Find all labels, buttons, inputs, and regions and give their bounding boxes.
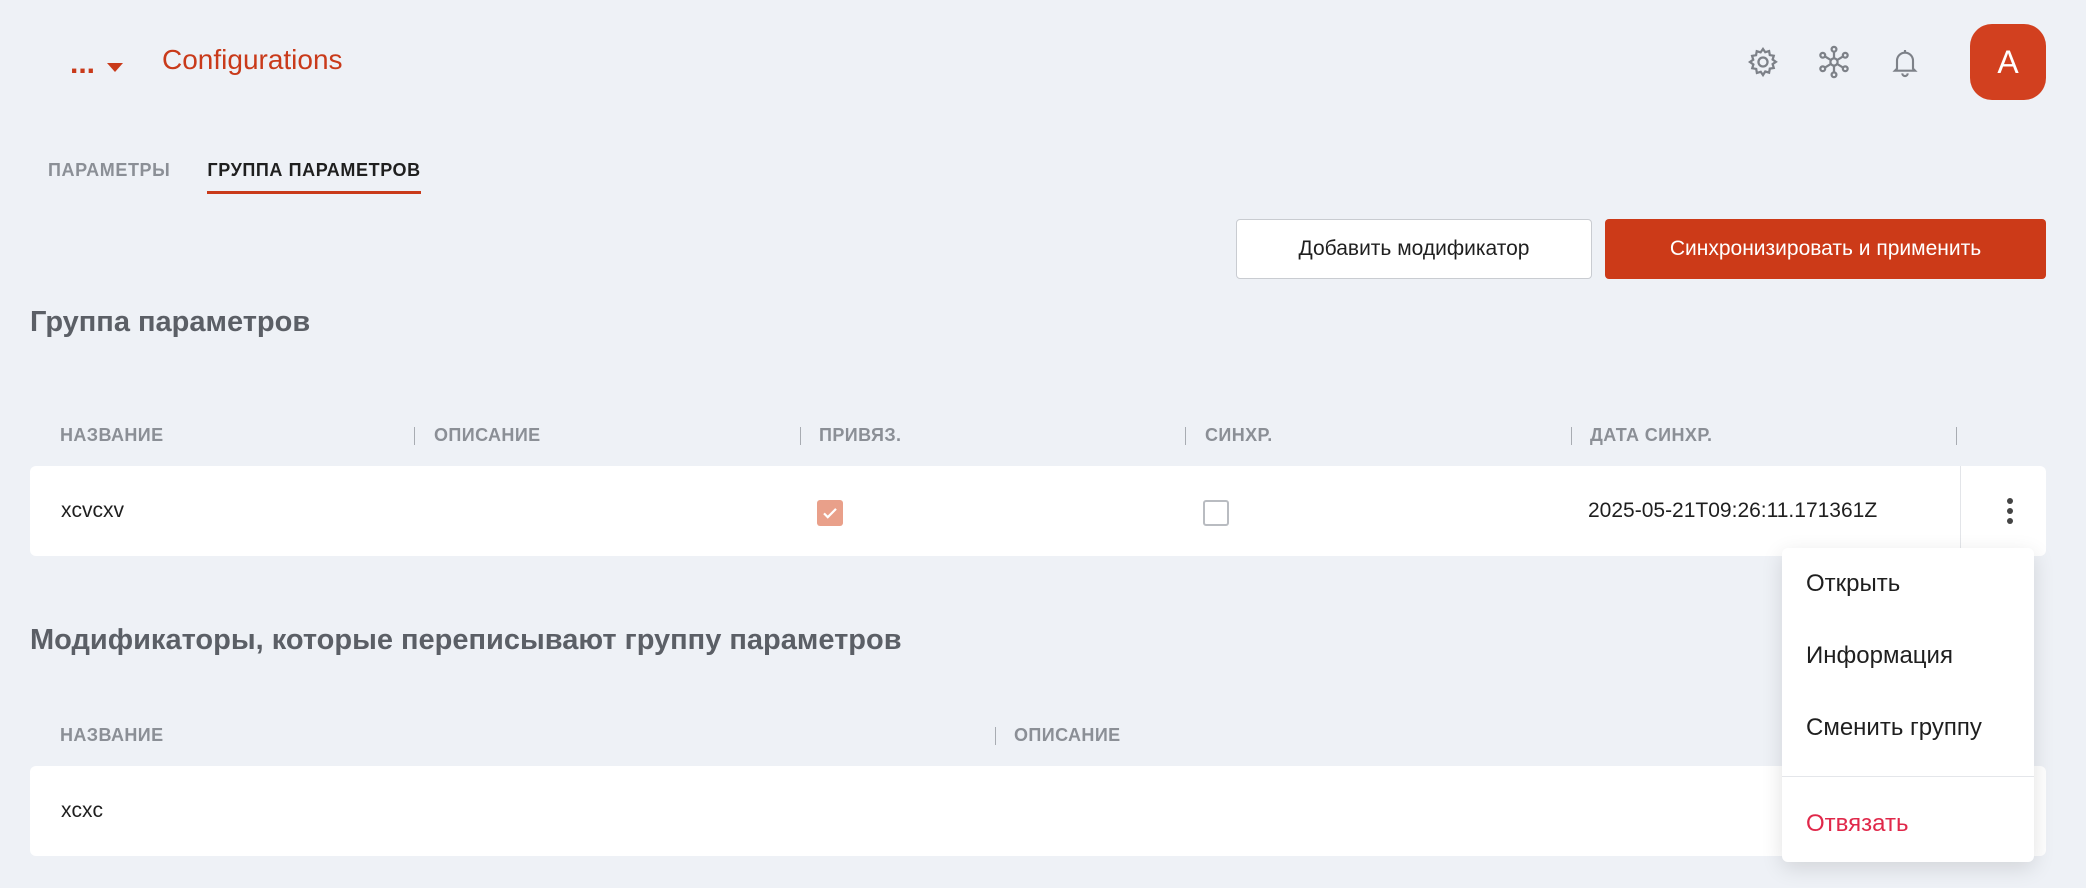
column-header-name[interactable]: НАЗВАНИЕ (60, 425, 164, 446)
table-row[interactable]: xcxc (30, 766, 2046, 856)
network-icon[interactable] (1814, 42, 1854, 82)
row-context-menu: Открыть Информация Сменить группу Отвяза… (1782, 548, 2034, 862)
column-separator[interactable] (800, 427, 801, 445)
bound-checkbox[interactable] (817, 500, 843, 526)
tab-parameters[interactable]: ПАРАМЕТРЫ (48, 160, 170, 194)
menu-divider (1782, 776, 2034, 777)
more-vert-icon[interactable] (1990, 493, 2030, 529)
row-name: xcxc (61, 799, 103, 822)
column-separator[interactable] (414, 427, 415, 445)
app-title[interactable]: Configurations (162, 44, 343, 76)
check-icon (823, 508, 837, 519)
sync-apply-button[interactable]: Синхронизировать и применить (1605, 219, 2046, 279)
top-bar: ... Configurations A (0, 0, 2086, 126)
gear-icon[interactable] (1743, 42, 1783, 82)
synced-checkbox[interactable] (1203, 500, 1229, 526)
modifiers-section-title: Модификаторы, которые переписывают групп… (30, 624, 902, 656)
column-header-sync-date[interactable]: ДАТА СИНХР. (1590, 425, 1712, 446)
column-header-description[interactable]: ОПИСАНИЕ (434, 425, 541, 446)
menu-item-unbind[interactable]: Отвязать (1806, 810, 1908, 838)
row-action-divider (1960, 466, 1961, 556)
row-sync-date: 2025-05-21T09:26:11.171361Z (1588, 499, 1878, 522)
tab-parameter-group[interactable]: ГРУППА ПАРАМЕТРОВ (207, 160, 421, 194)
breadcrumb-more-dropdown[interactable]: ... (70, 40, 124, 88)
row-name: xcvcxv (61, 499, 124, 522)
column-header-bound[interactable]: ПРИВЯЗ. (819, 425, 901, 446)
breadcrumb-more-label: ... (70, 47, 96, 80)
table-row[interactable]: xcvcxv 2025-05-21T09:26:11.171361Z (30, 466, 2046, 556)
column-separator[interactable] (1185, 427, 1186, 445)
caret-down-icon (107, 62, 124, 72)
menu-item-change-group[interactable]: Сменить группу (1806, 714, 1982, 742)
group-section-title: Группа параметров (30, 306, 311, 338)
column-separator[interactable] (1571, 427, 1572, 445)
menu-item-open[interactable]: Открыть (1806, 570, 1900, 598)
column-header-synced[interactable]: СИНХР. (1205, 425, 1273, 446)
column-separator[interactable] (1956, 427, 1957, 445)
bell-icon[interactable] (1885, 42, 1925, 82)
column-separator[interactable] (995, 727, 996, 745)
tab-bar: ПАРАМЕТРЫ ГРУППА ПАРАМЕТРОВ (48, 160, 421, 194)
column-header-description[interactable]: ОПИСАНИЕ (1014, 725, 1121, 746)
avatar[interactable]: A (1970, 24, 2046, 100)
menu-item-info[interactable]: Информация (1806, 642, 1953, 670)
add-modifier-button[interactable]: Добавить модификатор (1236, 219, 1592, 279)
column-header-name[interactable]: НАЗВАНИЕ (60, 725, 164, 746)
